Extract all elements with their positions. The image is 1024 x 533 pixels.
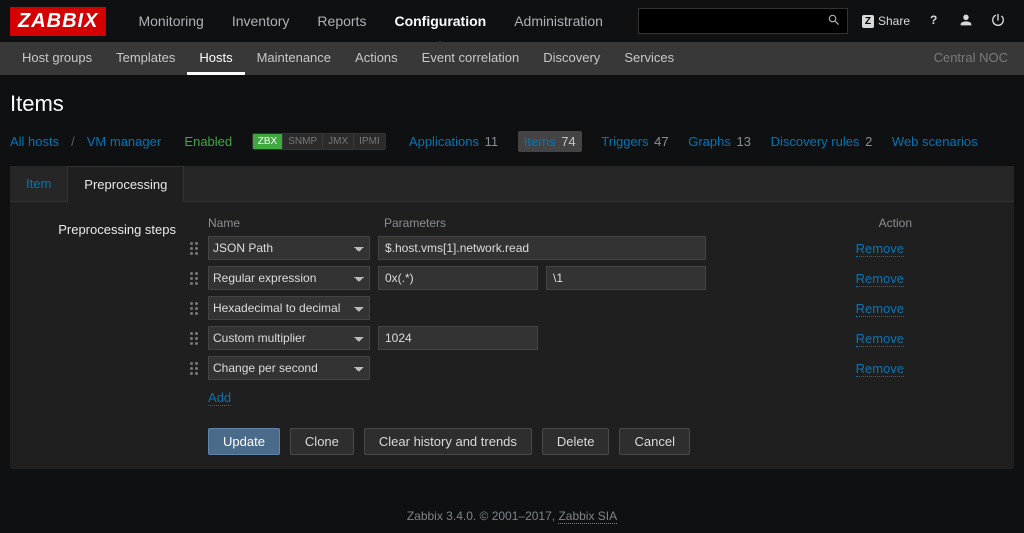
remove-step[interactable]: Remove [856, 301, 904, 317]
help-icon[interactable]: ? [926, 12, 942, 31]
nav-reports[interactable]: Reports [303, 1, 380, 41]
subnav-eventcorrelation[interactable]: Event correlation [410, 42, 532, 75]
search-input[interactable] [638, 8, 848, 34]
host-row: All hosts / VM manager Enabled ZBX SNMP … [10, 131, 1014, 152]
add-step[interactable]: Add [208, 390, 231, 406]
subnav-hostgroups[interactable]: Host groups [10, 42, 104, 75]
col-params: Parameters [384, 216, 724, 230]
tab-preprocessing[interactable]: Preprocessing [67, 166, 184, 202]
step-type-select[interactable]: JSON Path [208, 236, 370, 260]
interface-badges: ZBX SNMP JMX IPMI [252, 133, 386, 150]
power-icon[interactable] [990, 12, 1006, 31]
clone-button[interactable]: Clone [290, 428, 354, 455]
link-discovery[interactable]: Discovery rules [771, 134, 860, 149]
col-action: Action [879, 216, 1004, 230]
drag-handle[interactable] [190, 267, 204, 289]
subnav-actions[interactable]: Actions [343, 42, 410, 75]
link-graphs[interactable]: Graphs [688, 134, 731, 149]
update-button[interactable]: Update [208, 428, 280, 455]
nav-monitoring[interactable]: Monitoring [124, 1, 217, 41]
step-param-1[interactable] [378, 266, 538, 290]
nav-configuration[interactable]: Configuration [380, 1, 500, 41]
drag-handle[interactable] [190, 237, 204, 259]
svg-text:?: ? [930, 13, 937, 27]
subnav-discovery[interactable]: Discovery [531, 42, 612, 75]
node-name: Central NOC [928, 42, 1014, 75]
button-row: Update Clone Clear history and trends De… [208, 428, 1004, 455]
iface-snmp: SNMP [282, 134, 322, 149]
user-icon[interactable] [958, 12, 974, 31]
top-bar: ZABBIX Monitoring Inventory Reports Conf… [0, 0, 1024, 42]
top-nav: Monitoring Inventory Reports Configurati… [124, 1, 637, 41]
step-row: Custom multiplier Remove [190, 326, 1004, 350]
subnav-templates[interactable]: Templates [104, 42, 187, 75]
iface-zbx: ZBX [253, 134, 282, 149]
subnav-hosts[interactable]: Hosts [187, 42, 244, 75]
iface-ipmi: IPMI [353, 134, 385, 149]
preprocessing-label: Preprocessing steps [20, 216, 190, 237]
cancel-button[interactable]: Cancel [619, 428, 689, 455]
logo: ZABBIX [10, 7, 106, 36]
iface-jmx: JMX [322, 134, 353, 149]
step-type-select[interactable]: Change per second [208, 356, 370, 380]
footer-link[interactable]: Zabbix SIA [558, 509, 617, 524]
drag-handle[interactable] [190, 357, 204, 379]
link-triggers[interactable]: Triggers [601, 134, 648, 149]
step-type-select[interactable]: Custom multiplier [208, 326, 370, 350]
panel: Item Preprocessing Preprocessing steps N… [10, 166, 1014, 469]
breadcrumb-host[interactable]: VM manager [87, 134, 161, 149]
tab-item[interactable]: Item [10, 166, 67, 201]
drag-handle[interactable] [190, 327, 204, 349]
link-webscenarios[interactable]: Web scenarios [892, 134, 978, 149]
step-type-select[interactable]: Regular expression [208, 266, 370, 290]
footer: Zabbix 3.4.0. © 2001–2017, Zabbix SIA [0, 479, 1024, 533]
col-name: Name [208, 216, 384, 230]
nav-inventory[interactable]: Inventory [218, 1, 304, 41]
delete-button[interactable]: Delete [542, 428, 610, 455]
subnav-maintenance[interactable]: Maintenance [245, 42, 343, 75]
step-row: Change per second Remove [190, 356, 1004, 380]
step-row: Regular expression Remove [190, 266, 1004, 290]
step-row: JSON Path Remove [190, 236, 1004, 260]
search-icon [827, 13, 841, 30]
remove-step[interactable]: Remove [856, 361, 904, 377]
step-param-1[interactable] [378, 326, 538, 350]
share-link[interactable]: ZShare [862, 14, 910, 28]
subnav-services[interactable]: Services [612, 42, 686, 75]
nav-administration[interactable]: Administration [500, 1, 617, 41]
remove-step[interactable]: Remove [856, 241, 904, 257]
host-status: Enabled [184, 134, 232, 149]
step-param-1[interactable] [378, 236, 706, 260]
clear-button[interactable]: Clear history and trends [364, 428, 532, 455]
link-applications[interactable]: Applications [409, 134, 479, 149]
drag-handle[interactable] [190, 297, 204, 319]
step-row: Hexadecimal to decimal Remove [190, 296, 1004, 320]
sub-nav: Host groups Templates Hosts Maintenance … [0, 42, 1024, 75]
step-type-select[interactable]: Hexadecimal to decimal [208, 296, 370, 320]
tabs: Item Preprocessing [10, 166, 1014, 202]
remove-step[interactable]: Remove [856, 271, 904, 287]
steps-table: Name Parameters Action JSON PathRemoveRe… [190, 216, 1004, 406]
link-items[interactable]: Items 74 [518, 131, 582, 152]
page-title: Items [10, 91, 1014, 117]
remove-step[interactable]: Remove [856, 331, 904, 347]
step-param-2[interactable] [546, 266, 706, 290]
breadcrumb-allhosts[interactable]: All hosts [10, 134, 59, 149]
